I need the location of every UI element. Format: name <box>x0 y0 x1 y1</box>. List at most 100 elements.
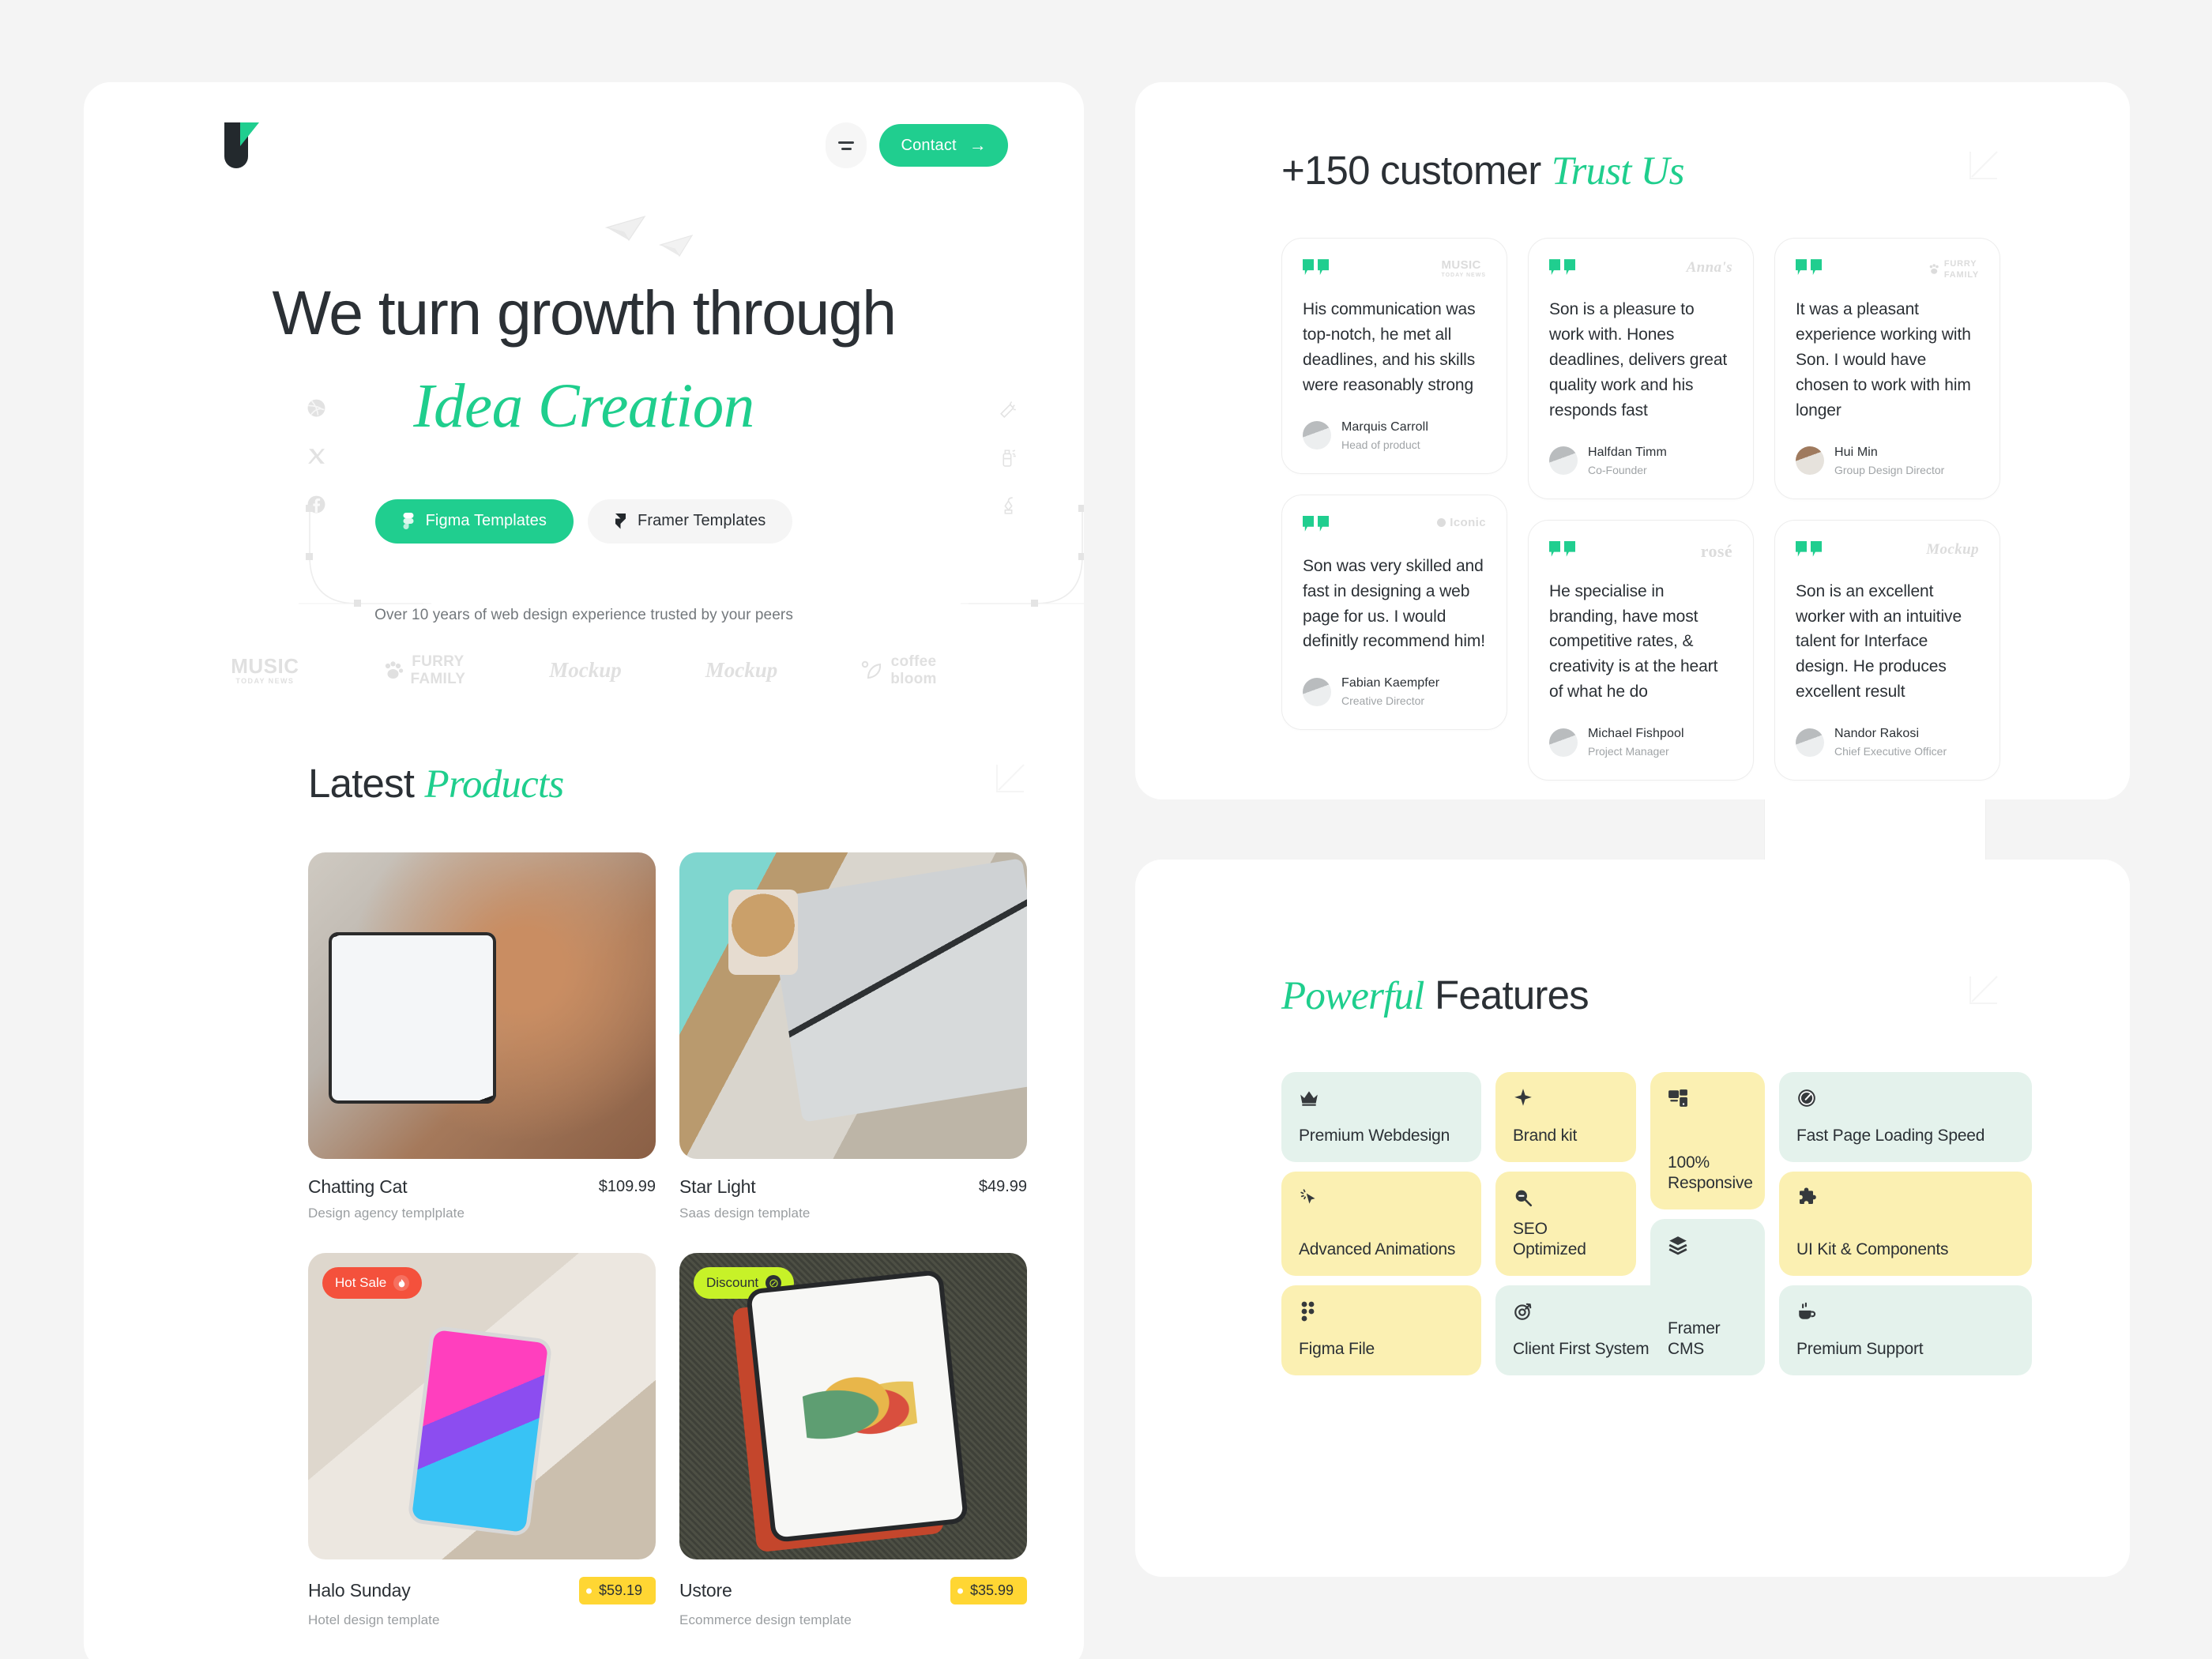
products-title-plain: Latest <box>308 761 415 806</box>
testimonial-grid: MUSIC TODAY NEWS His communication was top… <box>1281 238 2000 781</box>
expand-arrow-icon[interactable] <box>994 762 1027 795</box>
dribbble-icon[interactable] <box>307 398 326 418</box>
testimonial-brand-sub: FAMILY <box>1943 270 1979 280</box>
testimonial-quote: Son was very skilled and fast in designi… <box>1303 556 1486 651</box>
features-section: Powerful Features Premium Webdesign Advan… <box>1281 972 2032 1376</box>
testimonial-quote: Son is an excellent worker with an intui… <box>1796 581 1962 702</box>
puzzle-icon <box>1796 1187 2014 1208</box>
testimonial-card-top: Iconic <box>1303 515 1486 541</box>
pen-tool-icon <box>1004 497 1013 514</box>
testimonial-brand-name: Mockup <box>1926 540 1979 558</box>
feature-card[interactable]: Premium Support <box>1779 1285 2032 1376</box>
paper-plane-decoration <box>84 209 1084 280</box>
feature-card[interactable]: UI Kit & Components <box>1779 1172 2032 1277</box>
dot-icon <box>1437 517 1446 527</box>
hero-decorative-icons <box>999 400 1018 516</box>
product-subtitle: Design agency templplate <box>308 1206 465 1221</box>
spray-can-icon <box>1003 450 1016 467</box>
avatar <box>1796 728 1824 757</box>
product-price-tag: $59.19 <box>578 1577 656 1605</box>
testimonial-brand: rosé <box>1701 541 1732 562</box>
feature-label: Premium Support <box>1796 1339 1924 1358</box>
paper-plane-icon <box>605 215 646 242</box>
expand-arrow-icon[interactable] <box>1967 973 2000 1006</box>
client-logo-mockup-2: Mockup <box>705 658 778 683</box>
product-subtitle: Hotel design template <box>308 1612 440 1628</box>
product-image[interactable] <box>308 852 656 1160</box>
expand-arrow-icon[interactable] <box>1967 149 2000 182</box>
feature-card[interactable]: Brand kit <box>1495 1072 1636 1163</box>
paw-icon <box>1929 264 1939 274</box>
feature-label: Advanced Animations <box>1299 1240 1456 1258</box>
brand-logo-icon[interactable] <box>224 122 259 168</box>
product-card[interactable]: Chatting Cat $109.99 Design agency templpl… <box>308 852 656 1221</box>
click-cursor-icon <box>1299 1187 1464 1208</box>
feature-card[interactable]: Framer CMS <box>1650 1219 1765 1376</box>
product-image[interactable]: Discount <box>679 1253 1027 1560</box>
testimonial-brand-sub: TODAY NEWS <box>1441 273 1486 279</box>
product-card[interactable]: Hot Sale Halo Sunday $59.19 Hotel design te… <box>308 1253 656 1628</box>
figma-templates-label: Figma Templates <box>425 512 547 530</box>
quote-icon <box>1303 515 1329 532</box>
product-meta: Star Light $49.99 <box>679 1176 1027 1198</box>
features-title: Powerful Features <box>1281 972 1589 1018</box>
avatar <box>1796 446 1824 476</box>
client-logo-coffee-bloom: coffee bloom <box>861 653 937 687</box>
testimonial-card[interactable]: Anna's Son is a pleasure to work with. Ho… <box>1528 238 1754 499</box>
hero-section: We turn growth through Idea Creation Fig… <box>84 209 1084 687</box>
testimonial-author-role: Co-Founder <box>1588 463 1647 476</box>
testimonial-author: Michael Fishpool Project Manager <box>1549 727 1732 758</box>
products-title-italic: Products <box>424 762 565 807</box>
testimonial-card-top: FURRY FAMILY <box>1796 259 1979 284</box>
testimonial-card-top: MUSIC TODAY NEWS <box>1303 259 1486 284</box>
testimonial-quote: He specialise in branding, have most com… <box>1549 581 1718 702</box>
product-badge-label: Hot Sale <box>335 1275 387 1291</box>
testimonial-card[interactable]: Iconic Son was very skilled and fast in d… <box>1281 494 1507 731</box>
feature-label: Brand kit <box>1513 1126 1578 1145</box>
figma-templates-button[interactable]: Figma Templates <box>374 498 574 544</box>
testimonial-quote: Son is a pleasure to work with. Hones de… <box>1549 300 1728 419</box>
hero-headline-italic: Idea Creation <box>413 371 754 441</box>
paper-plane-icon <box>659 234 694 258</box>
testimonial-card[interactable]: MUSIC TODAY NEWS His communication was top… <box>1281 238 1507 474</box>
feature-label: Premium Webdesign <box>1299 1126 1450 1145</box>
hero-headline: We turn growth through <box>272 277 897 348</box>
product-card[interactable]: Discount Ustore $35.99 Ecommerce design tem… <box>679 1253 1027 1628</box>
testimonial-brand-name: Anna's <box>1686 259 1732 276</box>
product-image[interactable] <box>679 852 1027 1160</box>
feature-card[interactable]: Figma File <box>1281 1285 1481 1376</box>
feature-card[interactable]: Premium Webdesign <box>1281 1072 1481 1163</box>
product-card[interactable]: Star Light $49.99 Saas design template <box>679 852 1027 1221</box>
client-logo-furry-family: FURRY FAMILY <box>383 653 466 687</box>
testimonial-card-top: Mockup <box>1796 540 1979 566</box>
client-logo-music: MUSIC TODAY NEWS <box>231 656 299 685</box>
x-twitter-icon[interactable] <box>307 446 326 466</box>
feature-card[interactable]: Fast Page Loading Speed <box>1779 1072 2032 1163</box>
testimonial-author-name: Marquis Carroll <box>1341 419 1428 434</box>
testimonial-card[interactable]: Mockup Son is an excellent worker with an… <box>1774 519 2000 781</box>
facebook-icon[interactable] <box>307 495 326 514</box>
testimonial-card[interactable]: rosé He specialise in branding, have most… <box>1528 519 1754 781</box>
layers-icon <box>1668 1235 1747 1255</box>
client-logo-mockup-1: Mockup <box>549 658 622 683</box>
hamburger-icon[interactable] <box>826 122 867 168</box>
product-price-tag: $35.99 <box>950 1577 1027 1605</box>
leaf-icon <box>862 660 882 679</box>
product-image[interactable]: Hot Sale <box>308 1253 656 1560</box>
feature-label: Figma File <box>1299 1339 1375 1358</box>
testimonial-column: FURRY FAMILY It was a pleasant experience … <box>1774 238 2000 781</box>
product-subtitle: Saas design template <box>679 1206 811 1221</box>
framer-templates-label: Framer Templates <box>638 512 766 530</box>
testimonial-card[interactable]: FURRY FAMILY It was a pleasant experience … <box>1774 238 2000 499</box>
feature-label: SEO Optimized <box>1513 1219 1586 1258</box>
feature-card[interactable]: Advanced Animations <box>1281 1172 1481 1277</box>
features-title-plain: Features <box>1434 972 1589 1018</box>
framer-templates-button[interactable]: Framer Templates <box>588 498 793 544</box>
testimonial-brand-name: FURRY <box>1943 259 1977 269</box>
testimonial-column: Anna's Son is a pleasure to work with. Ho… <box>1528 238 1754 781</box>
feature-card[interactable]: SEO Optimized <box>1495 1172 1636 1277</box>
testimonial-card-top: rosé <box>1549 540 1732 566</box>
contact-button[interactable]: Contact → <box>879 124 1008 167</box>
feature-card[interactable]: 100% Responsive <box>1650 1072 1765 1210</box>
products-title: Latest Products <box>308 761 565 807</box>
